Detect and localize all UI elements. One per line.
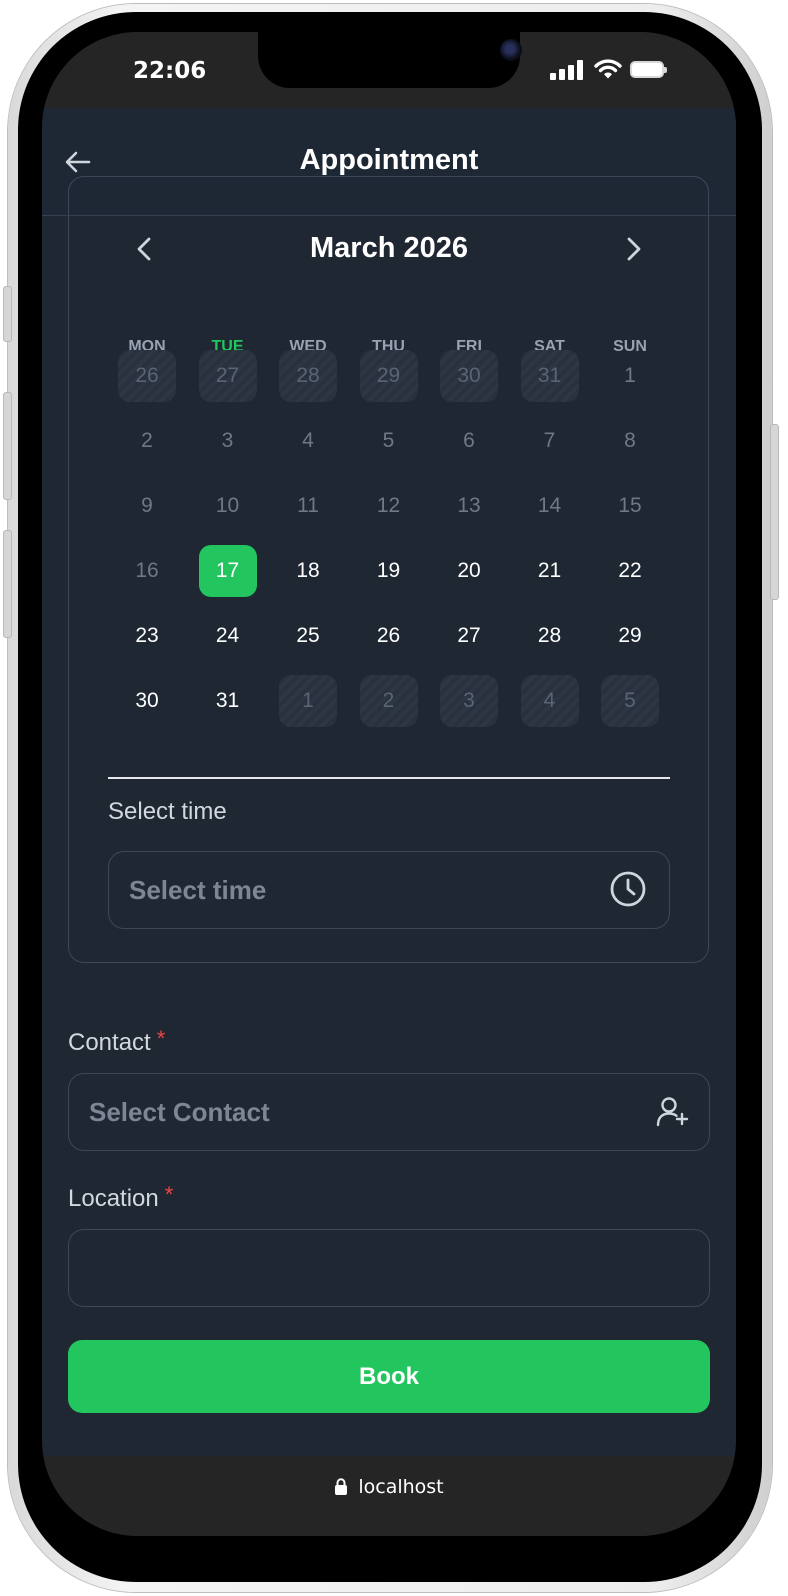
calendar-day: 2 [359,675,418,727]
volume-up-button [3,392,12,500]
location-label: Location * [68,1182,173,1213]
calendar-day: 16 [135,559,159,582]
calendar-day: 10 [215,494,240,517]
calendar-day[interactable]: 25 [279,610,337,662]
status-bar: 22:06 [42,32,736,108]
calendar-day: 26 [118,350,176,402]
calendar-day: 14 [537,494,562,517]
calendar-day[interactable]: 26 [360,610,418,662]
calendar-divider [108,777,670,779]
location-required-mark: * [164,1182,174,1207]
contact-required-mark: * [156,1026,166,1051]
calendar-day: 4 [520,675,579,727]
calendar-day[interactable]: 29 [601,610,659,662]
wifi-icon [594,59,622,79]
calendar-day: 9 [141,494,153,517]
contact-label-text: Contact [68,1029,151,1056]
time-input[interactable]: Select time [108,851,670,929]
calendar-day: 7 [543,429,556,452]
chevron-right-icon[interactable] [618,234,648,264]
calendar-day[interactable]: 19 [360,545,418,597]
calendar-day: 28 [279,350,337,402]
calendar-day[interactable]: 24 [199,610,257,662]
calendar-day: 27 [198,350,257,402]
calendar-day: 15 [618,494,642,517]
calendar-day[interactable]: 22 [601,545,659,597]
location-input[interactable] [68,1229,710,1307]
user-plus-icon[interactable] [655,1094,691,1130]
volume-down-button [3,530,12,638]
book-button[interactable]: Book [68,1340,710,1413]
calendar-day: 8 [624,429,636,452]
calendar-day: 5 [601,675,659,727]
calendar-day: 31 [520,350,579,402]
contact-placeholder: Select Contact [89,1096,270,1127]
calendar-day[interactable]: 20 [440,545,498,597]
calendar-day: 6 [463,429,475,452]
calendar-day: 1 [279,675,337,727]
calendar-day[interactable]: 27 [440,610,498,662]
calendar-day: 11 [297,494,319,517]
calendar-day: 12 [376,494,401,517]
calendar-day: 3 [221,429,234,452]
clock-icon [610,871,646,907]
calendar-day[interactable]: 18 [279,545,337,597]
front-camera [500,39,522,61]
contact-label: Contact * [68,1026,165,1057]
calendar-day: 4 [302,429,314,452]
calendar-day[interactable]: 31 [199,675,257,727]
calendar-day-selected[interactable]: 17 [198,545,257,597]
calendar-day: 3 [440,675,498,727]
time-label: Select time [108,798,227,825]
phone-screen: 22:06 Appointment March 2026 MON TUE WED… [42,32,736,1536]
url-text[interactable]: localhost [358,1476,443,1498]
signal-icon [550,60,584,80]
calendar-day: 30 [440,350,498,402]
calendar-day[interactable]: 30 [118,675,176,727]
calendar-day: 1 [624,364,636,387]
calendar-day: 2 [141,429,153,452]
page-title: Appointment [299,144,479,176]
calendar-day[interactable]: 21 [521,545,579,597]
power-button [770,424,779,600]
calendar-day[interactable]: 28 [521,610,579,662]
action-button [3,286,12,342]
battery-icon [630,61,667,78]
calendar-day[interactable]: 23 [118,610,176,662]
appointment-form: March 2026 MON TUE WED THU FRI SAT SUN 26 27 28 2… [42,176,736,1456]
time-placeholder: Select time [129,874,267,905]
browser-url-bar: localhost [42,1456,736,1536]
notch [258,32,522,88]
calendar-day: 29 [359,350,418,402]
location-label-text: Location [68,1185,159,1212]
contact-select[interactable]: Select Contact [68,1073,710,1151]
calendar-day: 13 [457,494,481,517]
lock-icon [335,1478,348,1495]
calendar-day: 5 [382,429,395,452]
status-time: 22:06 [133,58,207,84]
